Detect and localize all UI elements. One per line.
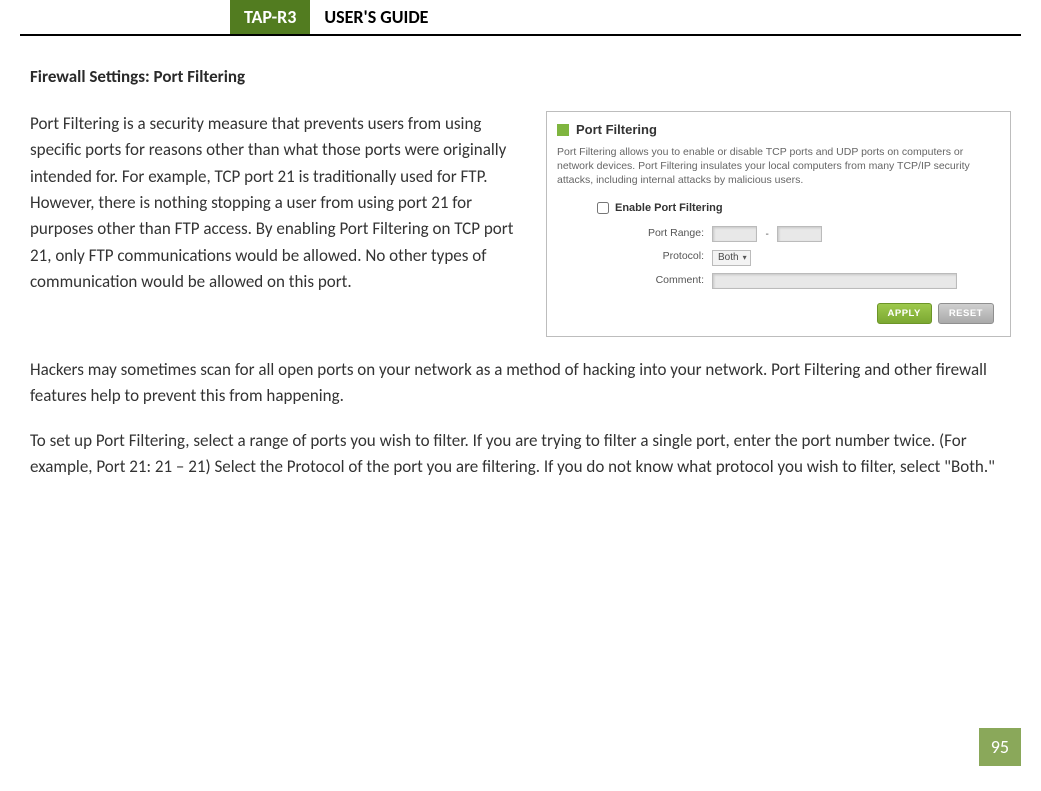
page-content: Firewall Settings: Port Filtering Port F… [0,36,1041,480]
port-filtering-panel: Port Filtering Port Filtering allows you… [546,111,1011,337]
enable-port-filtering-checkbox[interactable] [597,202,609,214]
panel-description: Port Filtering allows you to enable or d… [557,145,1000,188]
panel-form: Enable Port Filtering Port Range: - Prot… [557,202,1000,290]
panel-button-row: APPLY RESET [557,303,1000,324]
port-range-label: Port Range: [597,227,712,239]
reset-button[interactable]: RESET [938,303,994,324]
protocol-select[interactable]: Both ▾ [712,250,751,266]
chevron-down-icon: ▾ [743,253,747,262]
intro-paragraph: Port Filtering is a security measure tha… [30,111,526,337]
protocol-select-value: Both [718,252,739,263]
protocol-label: Protocol: [597,250,712,262]
paragraph-2: Hackers may sometimes scan for all open … [30,357,1011,410]
port-range-row: Port Range: - [597,224,1000,243]
port-range-start-input[interactable] [712,226,757,242]
header-model: TAP-R3 [230,0,310,34]
page-header: TAP-R3 USER'S GUIDE [20,0,1021,36]
panel-title-icon [557,124,569,136]
main-row: Port Filtering is a security measure tha… [30,111,1011,337]
paragraph-3: To set up Port Filtering, select a range… [30,428,1011,481]
enable-row: Enable Port Filtering [597,202,1000,214]
panel-title: Port Filtering [576,122,657,137]
apply-button[interactable]: APPLY [877,303,932,324]
port-range-dash: - [765,229,768,240]
comment-label: Comment: [597,274,712,286]
section-title: Firewall Settings: Port Filtering [30,66,1011,87]
protocol-row: Protocol: Both ▾ [597,247,1000,266]
header-spacer [20,0,230,34]
port-range-end-input[interactable] [777,226,822,242]
panel-title-row: Port Filtering [557,122,1000,137]
comment-row: Comment: [597,271,1000,290]
comment-input[interactable] [712,273,957,289]
page-number: 95 [979,728,1021,766]
enable-port-filtering-label: Enable Port Filtering [615,202,723,214]
header-title: USER'S GUIDE [310,0,442,34]
